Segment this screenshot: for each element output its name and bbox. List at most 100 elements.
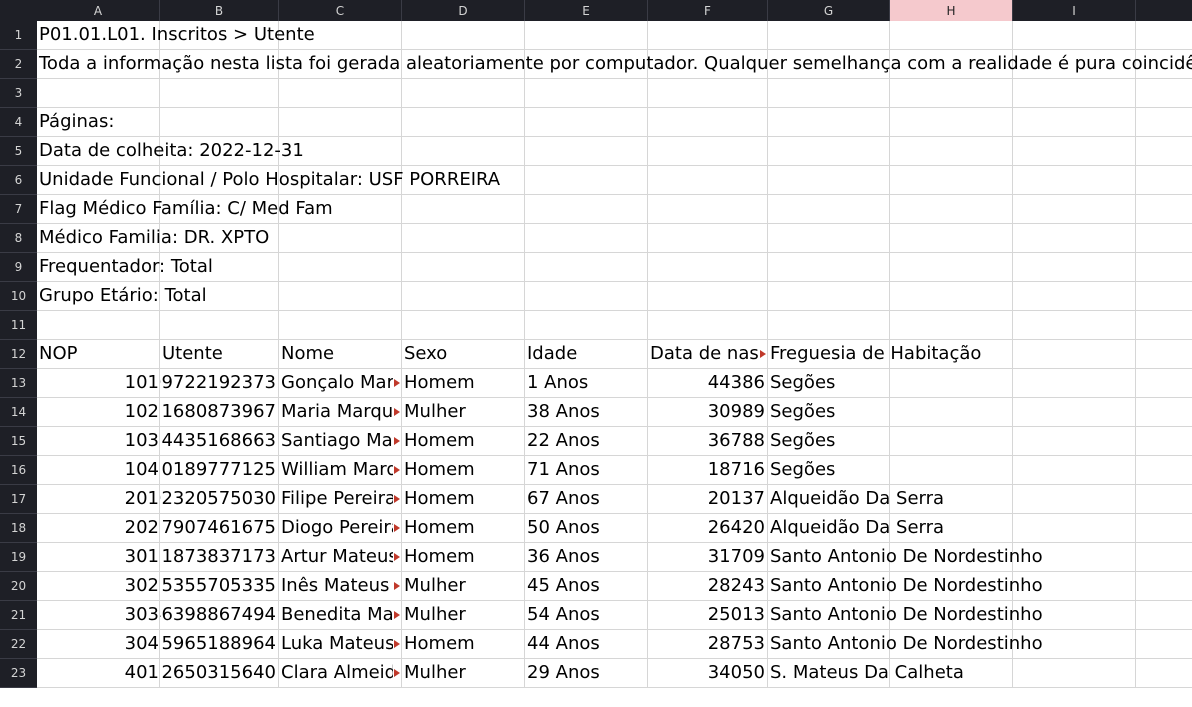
cell[interactable] [1013,166,1136,195]
row-header[interactable]: 19 [0,543,37,572]
cell[interactable] [1136,572,1192,601]
cell[interactable]: Maria Marques [279,398,402,427]
cell[interactable]: Grupo Etário: Total [37,282,207,311]
cell[interactable] [1013,427,1136,456]
cell[interactable] [768,79,890,108]
cell[interactable]: Santiago Marques [279,427,402,456]
cell[interactable]: S. Mateus Da Calheta [768,659,964,688]
cell[interactable]: 28243 [648,572,768,601]
column-header-c[interactable]: C [279,0,402,21]
cell[interactable] [1136,485,1192,514]
cell[interactable] [160,79,279,108]
cell[interactable] [279,79,402,108]
cell[interactable] [1013,398,1136,427]
cell[interactable] [1013,340,1136,369]
row-header[interactable]: 3 [0,79,37,108]
cell[interactable] [279,253,402,282]
select-all-corner[interactable] [0,0,37,21]
cell[interactable] [648,253,768,282]
cell[interactable]: Santo Antonio De Nordestinho [768,630,1043,659]
cell[interactable] [890,253,1013,282]
row-header[interactable]: 9 [0,253,37,282]
cell[interactable] [890,224,1013,253]
cell[interactable] [160,311,279,340]
cell[interactable] [1013,485,1136,514]
cell[interactable] [525,21,648,50]
cell[interactable]: Segões [768,398,890,427]
cell[interactable] [402,282,525,311]
cell[interactable]: Segões [768,456,890,485]
row-header[interactable]: 14 [0,398,37,427]
cell[interactable]: 35965188964 [160,630,279,659]
cell[interactable] [402,137,525,166]
row-header[interactable]: 5 [0,137,37,166]
cell[interactable]: 401 [37,659,160,688]
cell[interactable] [1136,514,1192,543]
cell[interactable]: Sexo [402,340,525,369]
cell[interactable] [1136,224,1192,253]
cell[interactable]: Mulher [402,398,525,427]
cell[interactable] [402,79,525,108]
cell[interactable]: Data de nascimento [648,340,768,369]
cell[interactable] [402,253,525,282]
cell[interactable]: Data de colheita: 2022-12-31 [37,137,304,166]
cell[interactable] [279,108,402,137]
cell[interactable] [768,166,890,195]
cell[interactable] [1136,311,1192,340]
cell[interactable] [525,224,648,253]
cell[interactable]: Santo Antonio De Nordestinho [768,572,1043,601]
cell[interactable] [37,311,160,340]
cell[interactable]: 99722192373 [160,369,279,398]
cell[interactable] [1013,514,1136,543]
cell[interactable] [1136,79,1192,108]
column-header-i[interactable]: I [1013,0,1136,21]
cell[interactable] [890,166,1013,195]
row-header[interactable]: 18 [0,514,37,543]
cell[interactable]: Benedita Mateus [279,601,402,630]
cell[interactable]: Luka Mateus [279,630,402,659]
cell[interactable] [1013,659,1136,688]
cell[interactable]: Toda a informação nesta lista foi gerada… [37,50,1192,79]
spreadsheet-grid[interactable]: A B C D E F G H I 1 P01.01.L01. Inscritos > Utente… [0,0,1192,707]
row-header[interactable]: 22 [0,630,37,659]
cell[interactable]: 103 [37,427,160,456]
cell[interactable] [1013,79,1136,108]
cell[interactable] [768,282,890,311]
cell[interactable] [1136,601,1192,630]
cell[interactable]: 67 Anos [525,485,648,514]
cell[interactable] [1013,137,1136,166]
cell[interactable] [768,311,890,340]
row-header[interactable]: 10 [0,282,37,311]
cell[interactable]: 102 [37,398,160,427]
cell[interactable]: Homem [402,456,525,485]
cell[interactable] [402,21,525,50]
cell[interactable] [648,108,768,137]
row-header[interactable]: 2 [0,50,37,79]
cell[interactable] [279,282,402,311]
cell[interactable] [1136,398,1192,427]
cell[interactable]: 31709 [648,543,768,572]
cell[interactable]: 302 [37,572,160,601]
cell[interactable] [768,253,890,282]
cell[interactable] [1136,195,1192,224]
cell[interactable]: 22 Anos [525,427,648,456]
cell[interactable]: Mulher [402,601,525,630]
cell[interactable] [890,311,1013,340]
cell[interactable] [890,137,1013,166]
cell[interactable] [402,195,525,224]
cell[interactable] [402,224,525,253]
column-header-g[interactable]: G [768,0,890,21]
column-header-d[interactable]: D [402,0,525,21]
row-header[interactable]: 16 [0,456,37,485]
cell[interactable]: Santo Antonio De Nordestinho [768,543,1043,572]
cell[interactable] [1013,21,1136,50]
cell[interactable]: 36788 [648,427,768,456]
cell[interactable]: Homem [402,514,525,543]
cell[interactable] [1136,369,1192,398]
cell[interactable]: 303 [37,601,160,630]
cell[interactable]: 70189777125 [160,456,279,485]
column-header-h[interactable]: H [890,0,1013,21]
cell[interactable] [648,166,768,195]
cell[interactable]: 304 [37,630,160,659]
cell[interactable] [1136,427,1192,456]
